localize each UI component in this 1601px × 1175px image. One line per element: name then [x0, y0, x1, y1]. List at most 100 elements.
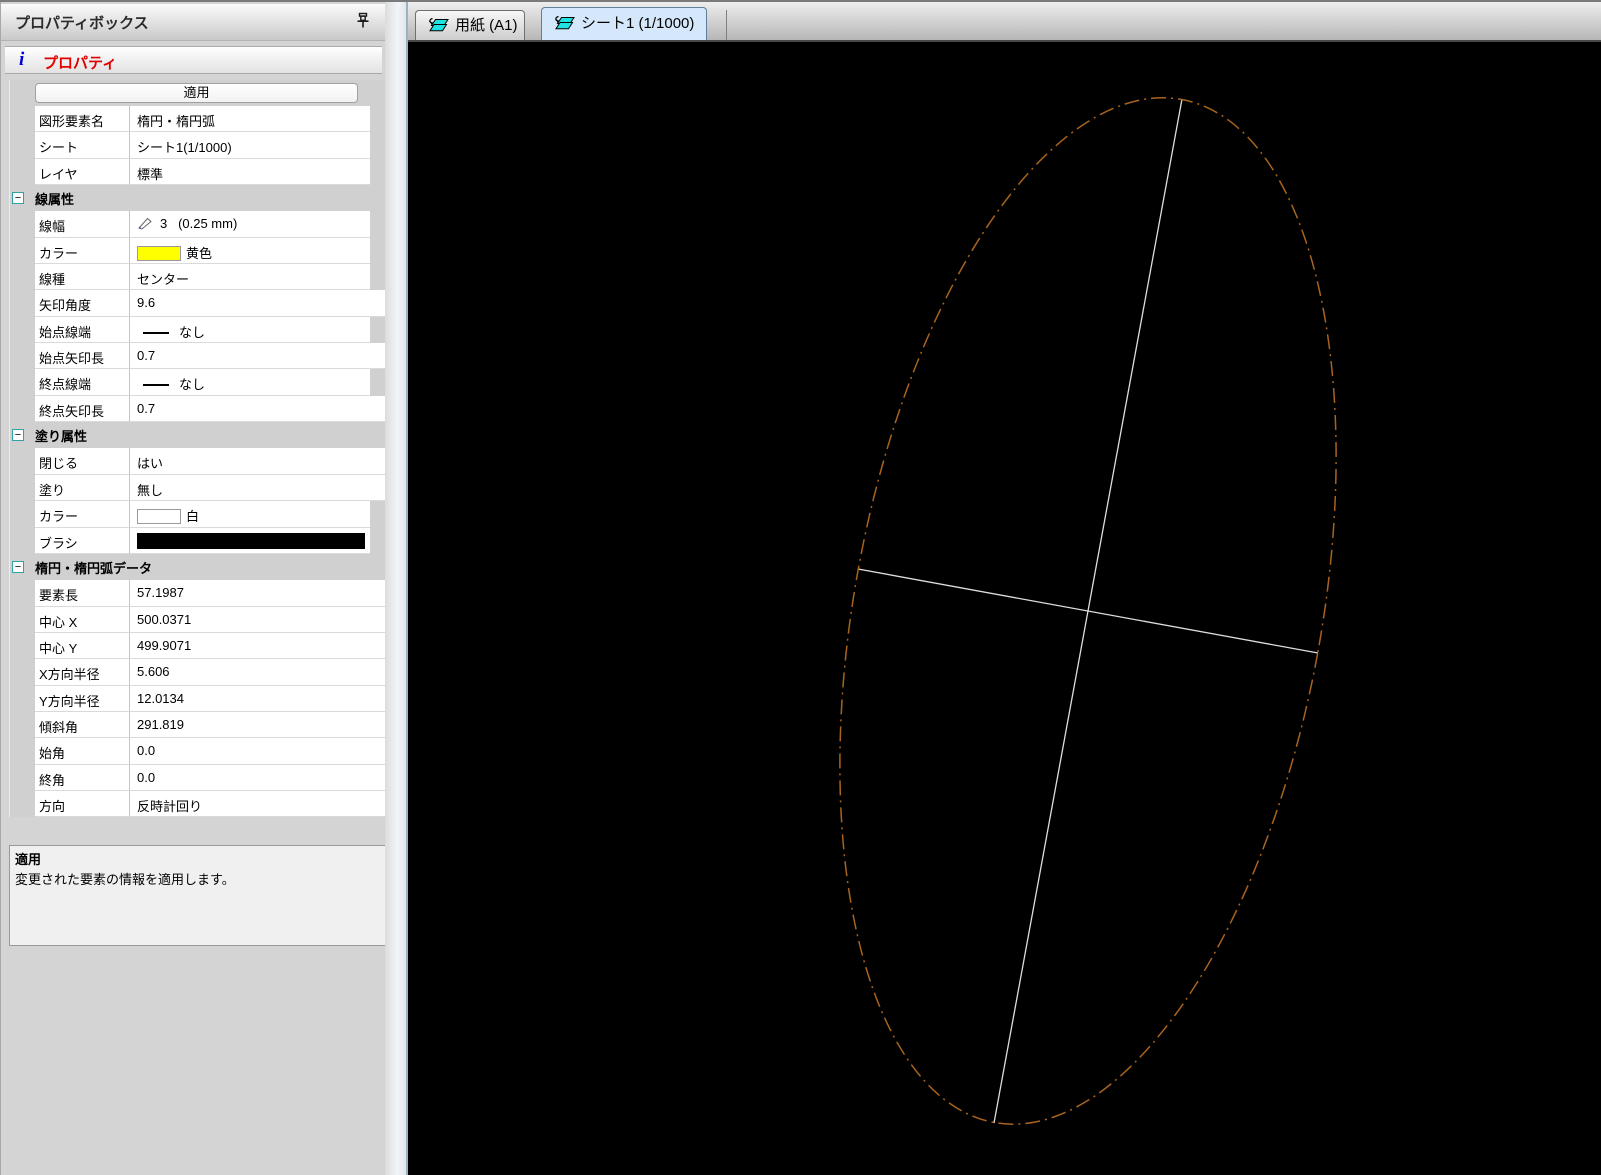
- row-gutter: [10, 237, 35, 265]
- row-label: 線種: [35, 264, 130, 291]
- row-value[interactable]: シート1(1/1000): [130, 132, 370, 159]
- row-gutter: [10, 474, 35, 502]
- section-label: 線属性: [35, 191, 75, 207]
- row-value[interactable]: 0.7: [130, 343, 387, 370]
- property-row: Y方向半径 12.0134: [10, 685, 387, 712]
- row-label: カラー: [35, 237, 130, 265]
- row-value[interactable]: 3 (0.25 mm): [130, 211, 370, 238]
- property-row: 矢印角度 9.6: [10, 290, 387, 317]
- property-row: 始点矢印長 0.7: [10, 343, 387, 370]
- row-value[interactable]: 291.819: [130, 711, 387, 739]
- row-label: 始角: [35, 738, 130, 765]
- row-gutter: [10, 685, 35, 712]
- row-gutter: [10, 369, 35, 396]
- color-swatch[interactable]: [137, 509, 181, 525]
- row-value[interactable]: 0.0: [130, 764, 387, 791]
- row-value-text: 3 (0.25 mm): [160, 216, 238, 232]
- section-header: − 線属性: [10, 185, 386, 212]
- row-value[interactable]: 反時計回り: [130, 790, 387, 818]
- properties-header-label: プロパティ: [43, 55, 118, 72]
- row-label: ブラシ: [35, 527, 130, 554]
- color-swatch[interactable]: [137, 245, 181, 261]
- row-value[interactable]: 0.7: [130, 395, 387, 423]
- line-end-none-icon: [143, 331, 169, 334]
- help-title: 適用: [15, 852, 42, 867]
- row-value[interactable]: 57.1987: [130, 580, 387, 607]
- row-value-text: 楕円・楕円弧: [137, 114, 216, 129]
- sheet-icon: [429, 17, 449, 32]
- section-label: 塗り属性: [35, 428, 88, 444]
- property-row: カラー 黄色: [10, 237, 386, 265]
- row-value[interactable]: 5.606: [130, 659, 387, 686]
- row-value[interactable]: 9.6: [130, 290, 387, 317]
- panel-splitter[interactable]: [385, 2, 408, 1175]
- row-value[interactable]: 標準: [130, 158, 370, 186]
- row-gutter: [10, 764, 35, 791]
- help-box: 適用 変更された要素の情報を適用します。: [9, 845, 386, 946]
- row-value[interactable]: 12.0134: [130, 685, 387, 712]
- row-value-text: 5.606: [137, 664, 170, 680]
- row-value-text: 291.819: [137, 716, 184, 732]
- row-value[interactable]: 499.9071: [130, 632, 387, 660]
- property-box-panel: プロパティボックス i プロパティ 適用 図形要素名 楕円・楕円弧 シート シート1(1…: [0, 2, 387, 1175]
- panel-title: プロパティボックス: [15, 15, 149, 32]
- property-row: 傾斜角 291.819: [10, 711, 387, 739]
- property-row: 中心 Y 499.9071: [10, 632, 387, 660]
- row-gutter: [10, 343, 35, 370]
- row-value[interactable]: センター: [130, 264, 370, 291]
- row-gutter: [10, 580, 35, 607]
- row-value-text: 0.7: [137, 348, 156, 364]
- row-value-text: 0.7: [137, 400, 156, 416]
- row-label: 図形要素名: [35, 106, 130, 133]
- collapse-minus-icon[interactable]: −: [12, 192, 24, 205]
- brush-swatch-bar[interactable]: [137, 532, 365, 549]
- pin-icon[interactable]: [355, 12, 371, 30]
- row-value[interactable]: はい: [130, 448, 387, 475]
- info-icon: i: [19, 49, 25, 70]
- property-row: 終角 0.0: [10, 764, 387, 791]
- pen-width-icon: [138, 218, 152, 230]
- row-value[interactable]: なし: [130, 316, 370, 344]
- row-value[interactable]: 500.0371: [130, 606, 387, 633]
- property-row: 中心 X 500.0371: [10, 606, 387, 633]
- row-value[interactable]: なし: [130, 369, 370, 396]
- apply-button[interactable]: 適用: [35, 83, 358, 103]
- row-value-text: シート1(1/1000): [137, 140, 232, 156]
- row-label: X方向半径: [35, 659, 130, 686]
- row-value[interactable]: 黄色: [130, 237, 370, 265]
- row-gutter: [10, 395, 35, 423]
- collapse-minus-icon[interactable]: −: [12, 561, 24, 574]
- property-row: レイヤ 標準: [10, 158, 386, 186]
- row-gutter: [10, 527, 35, 554]
- row-label: 終角: [35, 764, 130, 791]
- tab-2[interactable]: シート1 (1/1000): [541, 7, 707, 40]
- row-value[interactable]: 0.0: [130, 738, 387, 765]
- row-gutter: [10, 316, 35, 344]
- row-value[interactable]: [130, 527, 370, 554]
- collapse-minus-icon[interactable]: −: [12, 429, 24, 442]
- row-value-text: 標準: [137, 166, 164, 182]
- apply-button-row: 適用: [10, 80, 386, 106]
- row-value-text: なし: [179, 324, 206, 340]
- row-value[interactable]: 白: [130, 501, 370, 528]
- row-value[interactable]: 楕円・楕円弧: [130, 106, 370, 133]
- row-value[interactable]: 無し: [130, 474, 387, 502]
- row-label: 始点矢印長: [35, 343, 130, 370]
- row-value-text: 499.9071: [137, 637, 192, 653]
- section-header: − 楕円・楕円弧データ: [10, 553, 386, 581]
- row-gutter: [10, 264, 35, 291]
- row-value-text: 黄色: [186, 245, 213, 261]
- row-value-text: 0.0: [137, 769, 156, 785]
- drawing-canvas[interactable]: [408, 42, 1601, 1175]
- row-label: 中心 Y: [35, 632, 130, 660]
- row-value-text: 9.6: [137, 295, 156, 311]
- row-label: 終点線端: [35, 369, 130, 396]
- row-label: 閉じる: [35, 448, 130, 475]
- row-value-text: はい: [137, 456, 164, 472]
- canvas-area: 用紙 (A1) シート1 (1/1000): [408, 2, 1601, 1175]
- property-row: 方向 反時計回り: [10, 790, 387, 818]
- row-value-text: 反時計回り: [137, 798, 203, 814]
- row-label: レイヤ: [35, 158, 130, 186]
- tab-label: シート1 (1/1000): [581, 15, 695, 32]
- tab-1[interactable]: 用紙 (A1): [415, 10, 525, 40]
